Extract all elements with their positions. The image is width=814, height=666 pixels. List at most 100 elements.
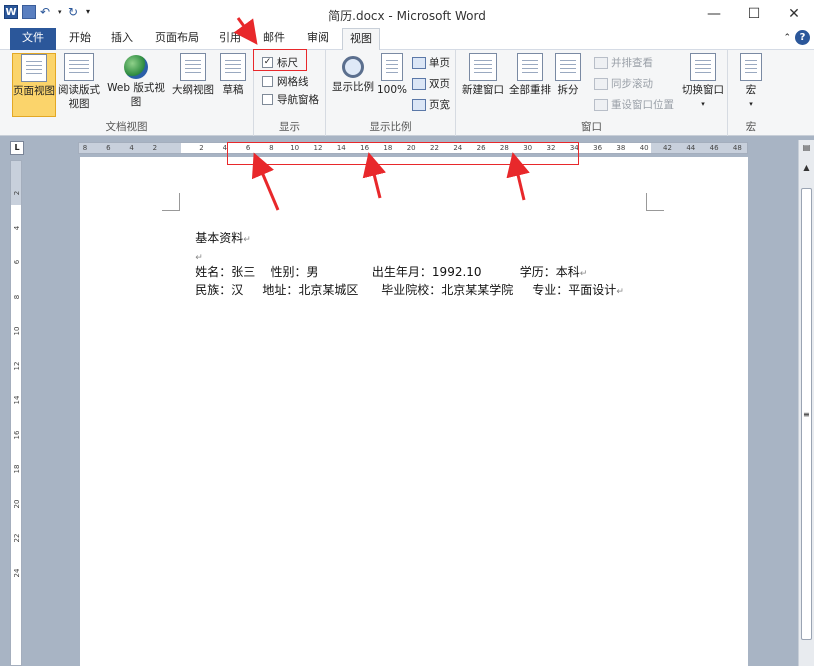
scroll-up-icon[interactable]: ▲ bbox=[799, 160, 814, 176]
tab-home[interactable]: 开始 bbox=[62, 28, 98, 50]
one-page-button[interactable]: 单页 bbox=[412, 55, 450, 70]
new-window-icon bbox=[469, 53, 497, 81]
page-width-button[interactable]: 页宽 bbox=[412, 97, 450, 112]
tab-insert[interactable]: 插入 bbox=[104, 28, 140, 50]
tab-mailings[interactable]: 邮件 bbox=[256, 28, 292, 50]
chevron-down-icon: ▾ bbox=[701, 100, 705, 108]
group-label-macros: 宏 bbox=[745, 121, 757, 133]
vruler-tick-label: 8 bbox=[13, 294, 21, 299]
vruler-tick-label: 16 bbox=[13, 430, 21, 439]
vruler-top-margin bbox=[11, 161, 21, 205]
web-layout-button[interactable]: Web 版式视图 bbox=[102, 53, 170, 109]
arrange-all-icon bbox=[517, 53, 543, 81]
navigation-pane-checkbox[interactable]: 导航窗格 bbox=[262, 92, 319, 107]
group-zoom: 显示比例 100% 单页 双页 页宽 显示比例 bbox=[326, 50, 456, 136]
group-document-views: 页面视图 阅读版式 视图 Web 版式视图 大纲视图 草稿 文档视图 bbox=[0, 50, 254, 136]
reset-window-position-button[interactable]: 重设窗口位置 bbox=[594, 97, 674, 112]
draft-button[interactable]: 草稿 bbox=[218, 53, 248, 97]
group-label-show: 显示 bbox=[279, 121, 300, 133]
zoom-100-button[interactable]: 100% bbox=[376, 53, 408, 97]
ruler-tick-label: 36 bbox=[593, 144, 603, 152]
view-side-by-side-button[interactable]: 并排查看 bbox=[594, 55, 653, 70]
group-label-zoom: 显示比例 bbox=[369, 121, 412, 133]
chevron-down-icon: ▾ bbox=[749, 100, 753, 108]
globe-icon bbox=[124, 55, 148, 79]
vertical-ruler[interactable]: 2 4 6 8 10 12 14 16 18 20 22 24 bbox=[10, 160, 22, 666]
switch-windows-button[interactable]: 切换窗口 ▾ bbox=[680, 53, 726, 111]
side-by-side-icon bbox=[594, 56, 608, 69]
paragraph-mark-icon: ↵ bbox=[243, 235, 251, 245]
sync-scroll-icon bbox=[594, 77, 608, 90]
vruler-tick-label: 2 bbox=[13, 190, 21, 196]
draft-icon bbox=[220, 53, 246, 81]
print-layout-icon bbox=[21, 54, 47, 82]
ribbon-tabs: 文件 开始 插入 页面布局 引用 邮件 审阅 视图 ⌃ ? bbox=[0, 28, 814, 51]
magnifier-icon bbox=[342, 56, 364, 78]
vruler-tick-label: 4 bbox=[13, 225, 21, 230]
tab-references[interactable]: 引用 bbox=[212, 28, 248, 50]
group-window: 新建窗口 全部重排 拆分 并排查看 同步滚动 重设窗口位置 切换窗口 ▾ 窗口 bbox=[456, 50, 728, 136]
tab-page-layout[interactable]: 页面布局 bbox=[148, 28, 206, 50]
document-page[interactable]: 基本资料↵ ↵ 姓名：张三 性别：男 出生年月：1992.10 学历：本科↵ 民… bbox=[80, 157, 748, 666]
paragraph-mark-icon: ↵ bbox=[616, 287, 624, 297]
window-title: 简历.docx - Microsoft Word bbox=[328, 9, 486, 23]
crop-mark-top-left bbox=[162, 193, 180, 211]
group-label-document-views: 文档视图 bbox=[105, 121, 148, 133]
vruler-tick-label: 6 bbox=[13, 259, 21, 265]
outline-button[interactable]: 大纲视图 bbox=[172, 53, 214, 97]
ruler-tick-label: 8 bbox=[82, 144, 88, 152]
group-label-window: 窗口 bbox=[581, 121, 602, 133]
vruler-tick-label: 12 bbox=[13, 361, 21, 370]
ruler-tick-label: 4 bbox=[129, 144, 134, 152]
ruler-tick-label: 2 bbox=[199, 144, 204, 152]
page-width-icon bbox=[412, 98, 426, 111]
help-icon[interactable]: ? bbox=[795, 30, 810, 45]
ruler-tick-label: 46 bbox=[709, 144, 719, 152]
ruler-tick-label: 6 bbox=[106, 144, 111, 152]
ruler-tick-label: 44 bbox=[686, 144, 696, 152]
ruler-toggle-icon[interactable]: ▤ bbox=[799, 140, 814, 156]
crop-mark-top-right bbox=[646, 193, 664, 211]
macros-icon bbox=[740, 53, 762, 81]
ruler-tick-label: 38 bbox=[616, 144, 626, 152]
two-pages-button[interactable]: 双页 bbox=[412, 76, 450, 91]
annotation-ruler-checkbox-box bbox=[253, 49, 307, 71]
one-page-icon bbox=[412, 56, 426, 69]
vertical-scrollbar[interactable]: ▤ ▲ ≡ bbox=[798, 140, 814, 666]
maximize-button[interactable]: ☐ bbox=[734, 0, 774, 28]
close-button[interactable]: ✕ bbox=[774, 0, 814, 28]
print-layout-button[interactable]: 页面视图 bbox=[12, 53, 56, 117]
switch-windows-icon bbox=[690, 53, 716, 81]
new-window-button[interactable]: 新建窗口 bbox=[460, 53, 506, 97]
reset-position-icon bbox=[594, 98, 608, 111]
ruler-tick-label: 2 bbox=[152, 144, 158, 152]
vruler-tick-label: 18 bbox=[13, 464, 21, 474]
outline-icon bbox=[180, 53, 206, 81]
tab-file[interactable]: 文件 bbox=[10, 28, 56, 50]
vruler-tick-label: 24 bbox=[13, 568, 21, 577]
vruler-tick-label: 10 bbox=[13, 326, 21, 336]
title-bar: W ↶ ▾ ↻ ▾ 简历.docx - Microsoft Word — ☐ ✕ bbox=[0, 0, 814, 28]
gridlines-checkbox[interactable]: 网格线 bbox=[262, 74, 309, 89]
full-screen-reading-button[interactable]: 阅读版式 视图 bbox=[58, 53, 100, 111]
reading-icon bbox=[64, 53, 94, 81]
macros-button[interactable]: 宏 ▾ bbox=[736, 53, 766, 111]
tab-selector[interactable]: L bbox=[10, 141, 24, 155]
document-paragraph-2[interactable]: 民族：汉 地址：北京某城区 毕业院校：北京某某学院 专业：平面设计↵ bbox=[180, 267, 624, 312]
tab-view[interactable]: 视图 bbox=[342, 28, 380, 51]
two-pages-icon bbox=[412, 77, 426, 90]
arrange-all-button[interactable]: 全部重排 bbox=[506, 53, 554, 97]
split-icon bbox=[555, 53, 581, 81]
ribbon: 页面视图 阅读版式 视图 Web 版式视图 大纲视图 草稿 文档视图 ✓ 标尺 … bbox=[0, 50, 814, 136]
synchronous-scrolling-button[interactable]: 同步滚动 bbox=[594, 76, 653, 91]
ruler-tick-label: 40 bbox=[639, 144, 649, 152]
vruler-tick-label: 20 bbox=[13, 499, 21, 508]
group-macros: 宏 ▾ 宏 bbox=[728, 50, 774, 136]
minimize-ribbon-icon[interactable]: ⌃ bbox=[783, 33, 791, 43]
vruler-tick-label: 22 bbox=[13, 533, 21, 543]
split-button[interactable]: 拆分 bbox=[554, 53, 582, 97]
zoom-button[interactable]: 显示比例 bbox=[330, 53, 376, 94]
ruler-tick-label: 48 bbox=[732, 144, 742, 152]
tab-review[interactable]: 审阅 bbox=[300, 28, 336, 50]
minimize-button[interactable]: — bbox=[694, 0, 734, 28]
